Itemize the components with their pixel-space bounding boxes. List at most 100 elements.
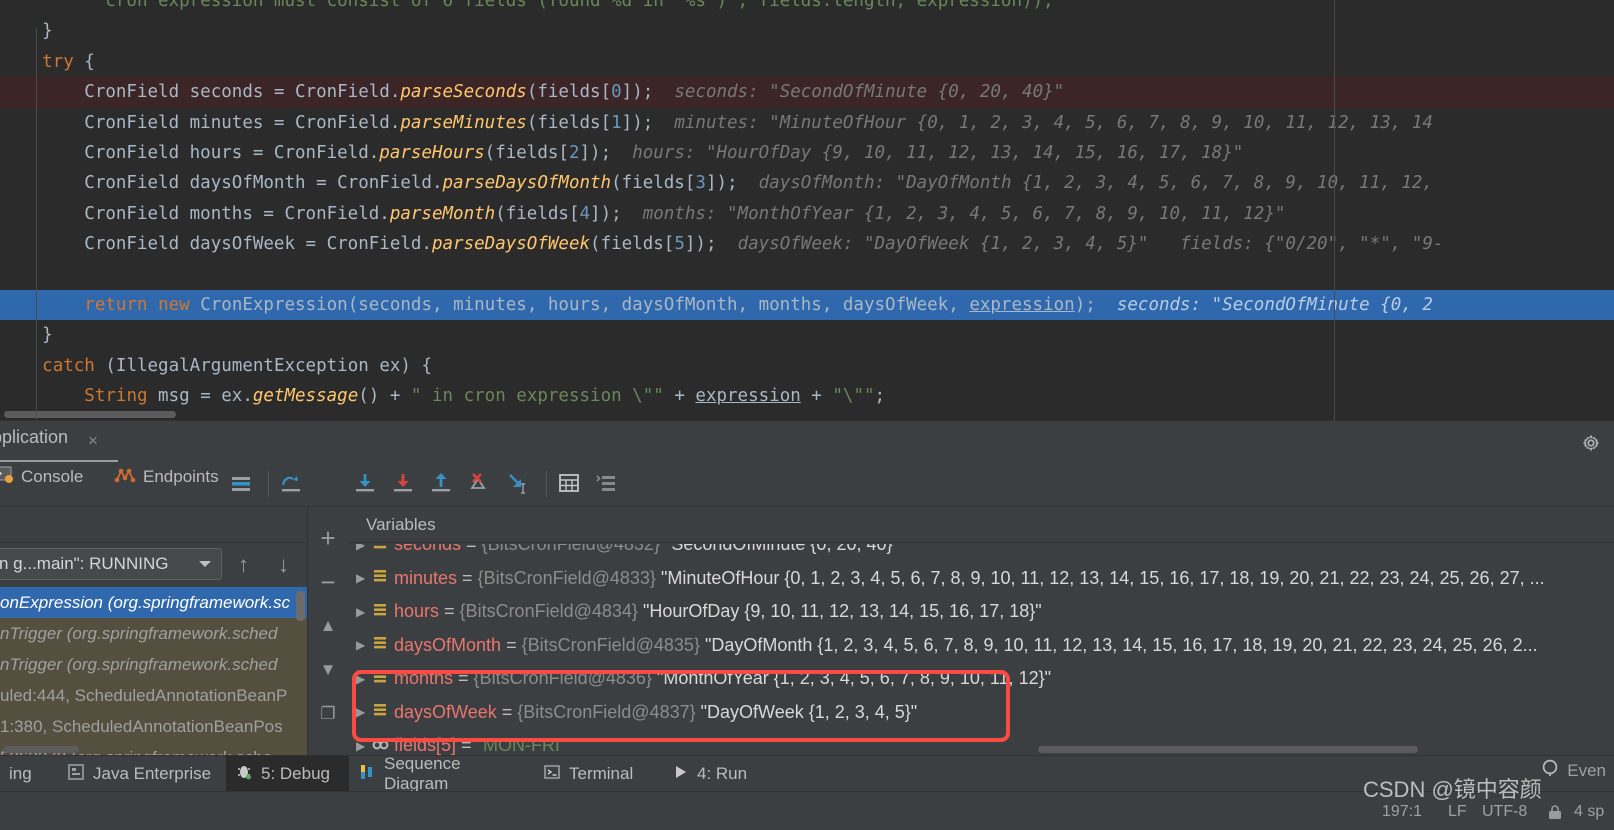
- java-ee-icon: [67, 763, 85, 786]
- step-out-icon[interactable]: [428, 470, 454, 496]
- watermark: CSDN @镜中容颜: [1363, 777, 1542, 802]
- tool-window-label: ing: [9, 764, 32, 783]
- tool-window-label: 4: Run: [697, 764, 748, 783]
- frame-row[interactable]: nTrigger (org.springframework.sched: [0, 649, 307, 680]
- force-step-into-icon[interactable]: [390, 470, 416, 496]
- indent-guide: [36, 28, 37, 420]
- frames-horizontal-scrollbar[interactable]: [3, 746, 79, 753]
- tab-console[interactable]: Console: [0, 464, 83, 489]
- code-line[interactable]: CronField hours = CronField.parseHours(f…: [0, 138, 1614, 168]
- encoding[interactable]: UTF-8: [1482, 803, 1527, 821]
- code-line[interactable]: CronField daysOfWeek = CronField.parseDa…: [0, 229, 1614, 259]
- code-line[interactable]: catch (IllegalArgumentException ex) {: [0, 351, 1614, 381]
- move-down-button[interactable]: ▼: [315, 657, 341, 683]
- code-line[interactable]: CronField seconds = CronField.parseSecon…: [0, 77, 1614, 108]
- move-up-button[interactable]: ▲: [315, 613, 341, 639]
- caret-position[interactable]: 197:1: [1382, 803, 1422, 821]
- thread-selector[interactable]: n g...main": RUNNING: [0, 548, 222, 580]
- chevron-down-icon: [199, 561, 211, 567]
- tool-window-tab-sequence-diagram[interactable]: Sequence Diagram: [349, 754, 534, 793]
- toolbar-separator-2: [546, 471, 547, 497]
- code-line[interactable]: try {: [0, 47, 1614, 77]
- code-line[interactable]: }: [0, 16, 1614, 46]
- frames-header: [0, 507, 307, 543]
- code-line[interactable]: CronField minutes = CronField.parseMinut…: [0, 108, 1614, 138]
- variable-row[interactable]: ▶ months = {BitsCronField@4836} "MonthOfY…: [348, 662, 1614, 696]
- line-separator[interactable]: LF: [1448, 803, 1467, 821]
- debug-bug-icon: [235, 763, 253, 786]
- indent-setting[interactable]: 4 sp: [1574, 803, 1604, 821]
- variable-row[interactable]: ▶ daysOfMonth = {BitsCronField@4835} "Day…: [348, 629, 1614, 663]
- add-watch-button[interactable]: +: [315, 525, 341, 551]
- frame-row[interactable]: uled:444, ScheduledAnnotationBeanP: [0, 680, 307, 711]
- event-log-button[interactable]: Even: [1541, 758, 1606, 783]
- run-tab-row: pplication ×: [0, 422, 1614, 462]
- variables-horizontal-scrollbar[interactable]: [1038, 746, 1418, 753]
- variable-row[interactable]: ▶ fields[5] = "MON-FRI": [348, 729, 1614, 755]
- terminal-icon: [543, 763, 561, 786]
- frame-row[interactable]: 1:380, ScheduledAnnotationBeanPos: [0, 711, 307, 742]
- variable-row[interactable]: ▶ hours = {BitsCronField@4834} "HourOfDay…: [348, 595, 1614, 629]
- variable-name: months: [394, 668, 454, 688]
- variable-row[interactable]: ▶ daysOfWeek = {BitsCronField@4837} "DayO…: [348, 696, 1614, 730]
- field-icon: [372, 544, 394, 562]
- layout-icon[interactable]: [594, 470, 620, 496]
- code-line[interactable]: CronField daysOfMonth = CronField.parseD…: [0, 168, 1614, 198]
- code-line[interactable]: [0, 260, 1614, 290]
- variable-value: "SecondOfMinute {0, 20, 40}": [664, 544, 899, 554]
- frame-row[interactable]: nTrigger (org.springframework.sched: [0, 618, 307, 649]
- expand-arrow-icon[interactable]: ▶: [356, 663, 372, 697]
- drop-frame-icon[interactable]: [466, 470, 492, 496]
- variable-ref: {BitsCronField@4835}: [521, 634, 700, 655]
- run-tab-title[interactable]: pplication: [0, 427, 68, 448]
- variable-ref: {BitsCronField@4836}: [473, 668, 652, 688]
- variable-row[interactable]: ▶ minutes = {BitsCronField@4833} "MinuteO…: [348, 562, 1614, 596]
- expand-arrow-icon[interactable]: ▶: [356, 596, 372, 630]
- expand-arrow-icon[interactable]: ▶: [356, 696, 372, 730]
- copy-value-button[interactable]: ❐: [315, 701, 341, 727]
- variable-name: seconds: [394, 544, 462, 554]
- code-line[interactable]: }: [0, 320, 1614, 350]
- sequence-diagram-icon: [358, 763, 376, 786]
- editor-horizontal-scrollbar[interactable]: [4, 411, 176, 418]
- code-line[interactable]: CronField months = CronField.parseMonth(…: [0, 199, 1614, 229]
- console-icon: [0, 464, 14, 489]
- expand-arrow-icon[interactable]: ▶: [356, 629, 372, 663]
- debug-tool-window: pplication × Console: [0, 420, 1614, 755]
- step-into-icon[interactable]: [352, 470, 378, 496]
- tool-window-tab-java-enterprise[interactable]: Java Enterprise: [58, 756, 226, 792]
- close-icon[interactable]: ×: [88, 431, 98, 451]
- variable-ref: {BitsCronField@4837}: [517, 701, 696, 722]
- frame-down-icon[interactable]: ↓: [278, 552, 289, 578]
- evaluate-icon[interactable]: [556, 470, 582, 496]
- code-line[interactable]: cron expression must consist of 6 fields…: [0, 0, 1614, 16]
- frames-icon[interactable]: [228, 470, 254, 496]
- lock-icon[interactable]: [1546, 803, 1564, 826]
- run-tab-underline: [0, 460, 118, 462]
- tool-window-tab-4-run[interactable]: 4: Run: [662, 756, 762, 792]
- code-line[interactable]: return new CronExpression(seconds, minut…: [0, 289, 1614, 321]
- tab-console-label: Console: [21, 466, 84, 486]
- variable-value: "MinuteOfHour {0, 1, 2, 3, 4, 5, 6, 7, 8…: [660, 567, 1545, 588]
- remove-watch-button[interactable]: −: [315, 569, 341, 595]
- frame-up-icon[interactable]: ↑: [238, 552, 249, 578]
- variables-tree[interactable]: ▶ seconds = {BitsCronField@4832} "SecondO…: [348, 544, 1614, 755]
- expand-arrow-icon[interactable]: ▶: [356, 544, 372, 562]
- gear-icon[interactable]: [1580, 432, 1602, 459]
- step-over-icon[interactable]: [278, 470, 304, 496]
- expand-arrow-icon[interactable]: ▶: [356, 562, 372, 596]
- frame-list[interactable]: onExpression (org.springframework.sc nTri…: [0, 587, 307, 755]
- tool-window-tab-ing[interactable]: ing: [0, 756, 58, 792]
- code-editor[interactable]: cron expression must consist of 6 fields…: [0, 0, 1614, 420]
- expand-arrow-icon[interactable]: ▶: [356, 730, 372, 756]
- tool-window-tab-5-debug[interactable]: 5: Debug: [226, 756, 349, 792]
- code-line[interactable]: String msg = ex.getMessage() + " in cron…: [0, 381, 1614, 411]
- variable-row[interactable]: ▶ seconds = {BitsCronField@4832} "SecondO…: [348, 544, 1614, 562]
- run-to-cursor-icon[interactable]: [504, 470, 530, 496]
- frames-vertical-scrollbar[interactable]: [296, 591, 305, 621]
- tab-endpoints[interactable]: Endpoints: [114, 464, 219, 489]
- tool-window-label: Terminal: [569, 764, 634, 783]
- frame-row[interactable]: onExpression (org.springframework.sc: [0, 587, 307, 618]
- tool-window-tab-terminal[interactable]: Terminal: [534, 756, 662, 792]
- thread-selector-label: n g...main": RUNNING: [0, 554, 169, 573]
